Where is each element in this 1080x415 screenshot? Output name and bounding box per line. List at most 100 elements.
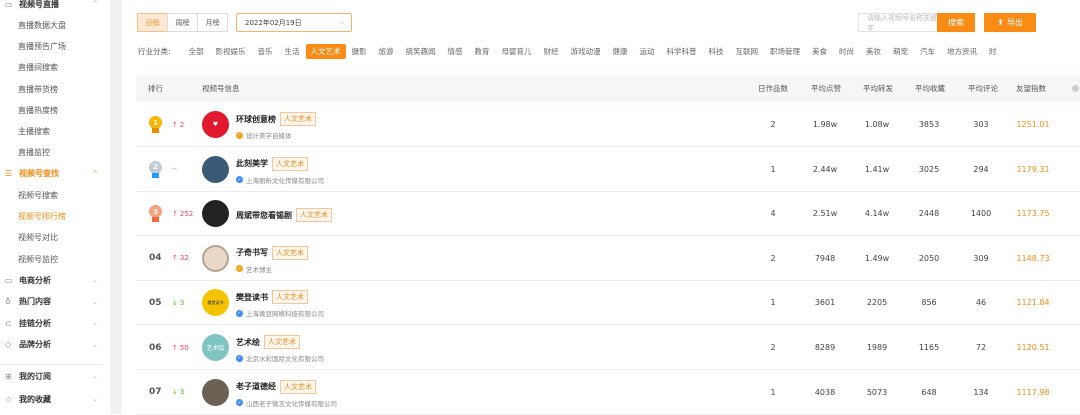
category-7[interactable]: 搞笑趣闻: [400, 46, 442, 57]
account-name-text[interactable]: 周斌带您看锡剧: [236, 210, 292, 221]
account-name[interactable]: 周斌带您看锡剧 人文艺术: [236, 208, 332, 223]
category-6[interactable]: 旅游: [373, 46, 400, 57]
sidebar-group-1[interactable]: ☰ 视频号查找 ^: [0, 164, 110, 184]
account-name[interactable]: 子奇书写 人文艺术: [236, 245, 308, 260]
table-row[interactable]: 1 ↑ 2 ♥ 环球创意榜 人文艺术 ✓ 设计美学自媒体 2 1.98w 1.08w 3853 303 1…: [136, 102, 1080, 147]
sidebar-item[interactable]: 视频号排行榜: [0, 207, 110, 227]
sidebar-item[interactable]: 直播热度榜: [0, 100, 110, 120]
category-3[interactable]: 生活: [279, 46, 306, 57]
sidebar-item[interactable]: 直播监控: [0, 143, 110, 163]
verified-icon: ✓: [236, 265, 243, 273]
sidebar-item[interactable]: 视频号监控: [0, 249, 110, 269]
cell-shares: 1.49w: [864, 253, 890, 263]
sidebar-item[interactable]: 主播搜索: [0, 122, 110, 142]
table-row[interactable]: 07 ↓ 3 老子道德经 人文艺术 ✓ 山西老子微言文化传媒有限公司 1 4038 5073 648…: [136, 370, 1080, 415]
sidebar-item[interactable]: 直播间搜索: [0, 58, 110, 78]
sidebar-item[interactable]: 直播带货榜: [0, 79, 110, 99]
account-name[interactable]: 此刻美学 人文艺术: [236, 156, 308, 171]
table-row[interactable]: 3 ↑ 252 周斌带您看锡剧 人文艺术 4 2.51w 4.14w 2448 1400 1173.…: [136, 191, 1080, 237]
sidebar-group-5[interactable]: ◇ 品牌分析 ⌄: [0, 335, 110, 355]
account-name-text[interactable]: 子奇书写: [236, 247, 268, 258]
category-1[interactable]: 影视娱乐: [210, 46, 252, 57]
avatar[interactable]: [202, 244, 229, 272]
sidebar-group-3[interactable]: ♁ 热门内容 ⌄: [0, 292, 110, 312]
chevron-up-icon: ^: [92, 0, 98, 8]
verified-icon: ✓: [236, 309, 243, 317]
category-11[interactable]: 财经: [538, 46, 565, 57]
account-name-text[interactable]: 环球创意榜: [236, 114, 276, 125]
account-name[interactable]: 环球创意榜 人文艺术: [236, 112, 316, 126]
category-10[interactable]: 母婴育儿: [496, 46, 538, 57]
category-0[interactable]: 全部: [183, 46, 210, 57]
account-name[interactable]: 老子道德经 人文艺术: [236, 379, 316, 394]
sidebar-item[interactable]: 直播数据大盘: [0, 16, 110, 36]
avatar[interactable]: ♥: [202, 111, 229, 138]
search-input[interactable]: 请输入视频号名称关键字: [858, 13, 938, 32]
sidebar-group-6[interactable]: ⊞ 我的订阅 ⌄: [0, 366, 110, 386]
category-18[interactable]: 职场管理: [764, 46, 806, 57]
column-header: 平均转发: [863, 84, 893, 93]
sidebar-item[interactable]: 直播预告广场: [0, 37, 110, 57]
column-header: 平均点赞: [811, 84, 841, 93]
sidebar-item[interactable]: 视频号对比: [0, 228, 110, 248]
category-22[interactable]: 萌宠: [887, 46, 914, 57]
avatar[interactable]: [202, 378, 229, 406]
sidebar-group-label: 视频号查找: [19, 169, 59, 179]
column-header[interactable]: 友望指数: [1016, 75, 1046, 102]
period-selector: 日榜 周榜 月榜: [137, 13, 228, 32]
period-month[interactable]: 月榜: [197, 13, 228, 32]
category-25[interactable]: 时: [983, 46, 1003, 57]
category-2[interactable]: 音乐: [252, 46, 279, 57]
sidebar-group-4[interactable]: ⊂ 挂链分析 ⌄: [0, 313, 110, 333]
gold-medal-icon: 1: [149, 116, 162, 133]
account-name-text[interactable]: 樊登读书: [236, 292, 268, 303]
main-content: 日榜 周榜 月榜 2022年02月19日 ⌵ 请输入视频号名称关键字 搜索 ⬆ 导出…: [122, 0, 1080, 415]
sidebar-group-2[interactable]: ▭ 电商分析 ⌄: [0, 270, 110, 290]
avatar[interactable]: [202, 200, 229, 228]
table-row[interactable]: 2 -- 此刻美学 人文艺术 ✓ 上海丽昕文化传媒有限公司 1 2.44w 1.41w 3025 2…: [136, 147, 1080, 192]
info-icon[interactable]: [1072, 85, 1079, 92]
column-header: 视频号信息: [202, 84, 240, 93]
account-name-text[interactable]: 老子道德经: [236, 381, 276, 392]
rank-number: 06: [149, 342, 162, 353]
sidebar-item[interactable]: 视频号搜索: [0, 185, 110, 205]
search-button[interactable]: 搜索: [937, 13, 975, 32]
rank-change: --: [172, 147, 177, 192]
category-15[interactable]: 科学科普: [661, 46, 703, 57]
account-name[interactable]: 樊登读书 人文艺术: [236, 290, 308, 305]
cell-comments: 1400: [970, 209, 992, 219]
period-week[interactable]: 周榜: [167, 13, 198, 32]
category-16[interactable]: 科技: [703, 46, 730, 57]
account-name-text[interactable]: 此刻美学: [236, 158, 268, 169]
category-4[interactable]: 人文艺术: [305, 44, 346, 59]
category-12[interactable]: 游戏动漫: [565, 46, 607, 57]
account-name[interactable]: 艺术绘 人文艺术: [236, 335, 300, 349]
avatar[interactable]: 樊登读书: [202, 289, 229, 317]
export-button[interactable]: ⬆ 导出: [984, 13, 1036, 32]
avatar[interactable]: [202, 155, 229, 183]
category-24[interactable]: 地方资讯: [941, 46, 983, 57]
category-13[interactable]: 健康: [607, 46, 634, 57]
cell-likes: 2.51w: [812, 209, 838, 219]
rank-number: 05: [149, 297, 162, 308]
category-8[interactable]: 情感: [442, 46, 469, 57]
arrow-up-icon: ↑: [172, 209, 178, 218]
avatar[interactable]: 艺术绘: [202, 334, 229, 361]
table-row[interactable]: 06 ↑ 50 艺术绘 艺术绘 人文艺术 ✓ 北京水彩国际文化有限公司 2 8289 1989 116…: [136, 325, 1080, 370]
period-day[interactable]: 日榜: [137, 13, 168, 32]
account-name-text[interactable]: 艺术绘: [236, 337, 260, 348]
sidebar-group-7[interactable]: ☆ 我的收藏 ⌄: [0, 389, 110, 409]
category-9[interactable]: 教育: [469, 46, 496, 57]
category-5[interactable]: 摄影: [346, 46, 373, 57]
sidebar-group-0[interactable]: ▭ 视频号直播 ^: [0, 0, 110, 14]
table-row[interactable]: 05 ↓ 3 樊登读书 樊登读书 人文艺术 ✓ 上海黄豆网络科技有限公司 1 3601 2205 85…: [136, 280, 1080, 326]
category-23[interactable]: 汽车: [914, 46, 941, 57]
date-picker[interactable]: 2022年02月19日 ⌵: [236, 13, 352, 32]
category-17[interactable]: 互联网: [730, 46, 765, 57]
table-row[interactable]: 04 ↑ 32 子奇书写 人文艺术 ✓ 艺术博主 2 7948 1.49w 2050 309 1148.…: [136, 236, 1080, 281]
category-20[interactable]: 时尚: [833, 46, 860, 57]
category-21[interactable]: 美妆: [860, 46, 887, 57]
category-14[interactable]: 运动: [634, 46, 661, 57]
category-19[interactable]: 美食: [806, 46, 833, 57]
rank-change: ↑ 32: [172, 236, 189, 281]
